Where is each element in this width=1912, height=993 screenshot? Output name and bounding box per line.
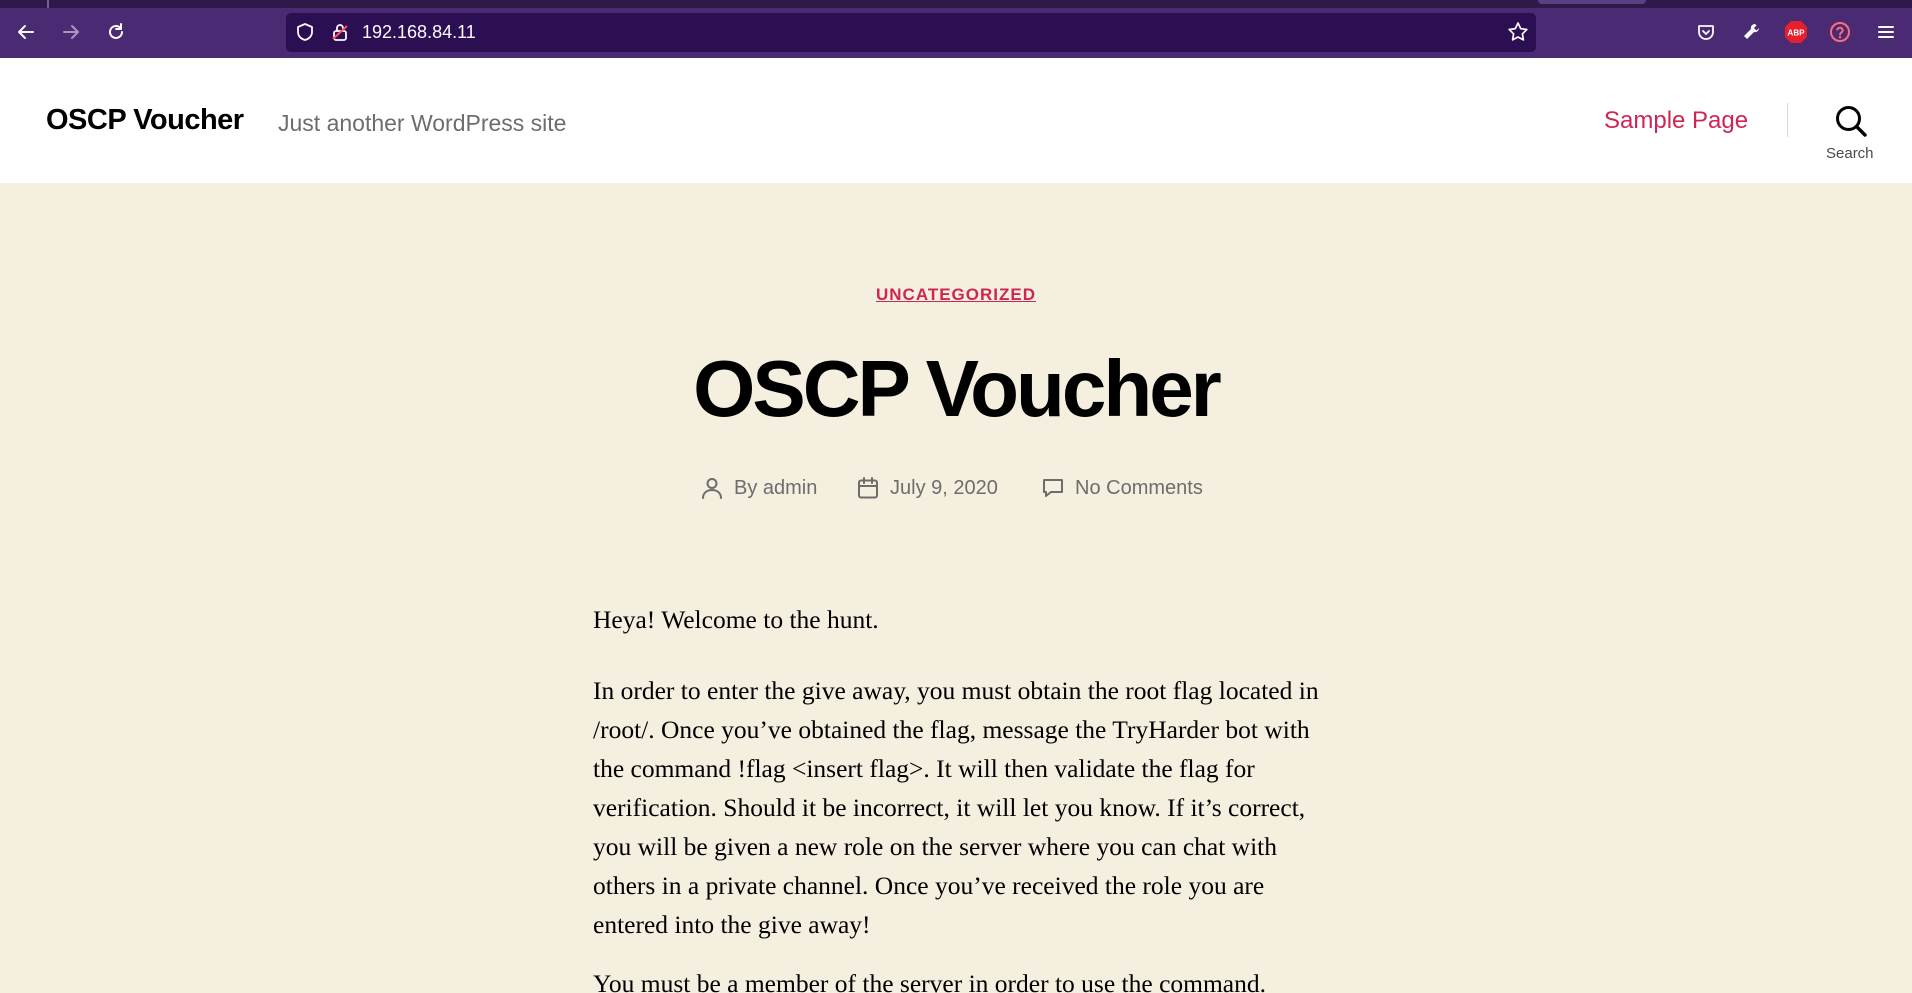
reload-button[interactable] xyxy=(101,17,131,47)
post-comments-link[interactable]: No Comments xyxy=(1075,477,1203,500)
category-link[interactable]: UNCATEGORIZED xyxy=(876,285,1036,304)
browser-toolbar: 192.168.84.11 ABP xyxy=(0,0,1912,58)
pocket-button[interactable] xyxy=(1693,19,1719,45)
lock-icon xyxy=(332,24,348,41)
abp-icon: ABP xyxy=(1785,21,1807,43)
post-paragraph: Heya! Welcome to the hunt. xyxy=(593,605,879,634)
post-content: Heya! Welcome to the hunt. In order to e… xyxy=(593,600,1323,993)
shield-icon xyxy=(297,23,313,41)
post-comments: No Comments xyxy=(1041,476,1203,500)
calendar-icon xyxy=(858,477,878,499)
adblock-plus-button[interactable]: ABP xyxy=(1783,19,1809,45)
bookmark-button[interactable] xyxy=(1505,19,1531,45)
wrench-icon xyxy=(1744,23,1760,39)
site-description: Just another WordPress site xyxy=(278,110,567,136)
post-author: By admin xyxy=(700,476,817,500)
post-author-link[interactable]: By admin xyxy=(734,477,817,500)
comment-icon xyxy=(1043,479,1063,497)
post-paragraph: You must be a member of the server in or… xyxy=(593,969,1266,993)
url-text[interactable]: 192.168.84.11 xyxy=(362,22,476,43)
search-icon xyxy=(1836,106,1867,137)
reload-icon xyxy=(109,23,123,39)
menu-icon xyxy=(1878,26,1894,38)
svg-text:ABP: ABP xyxy=(1788,29,1806,38)
post-date: July 9, 2020 xyxy=(856,476,998,500)
site-security-button[interactable] xyxy=(327,19,353,45)
post-date-link[interactable]: July 9, 2020 xyxy=(890,477,998,500)
pocket-icon xyxy=(1698,25,1714,40)
nav-sample-page-link[interactable]: Sample Page xyxy=(1604,107,1748,135)
star-icon xyxy=(1508,22,1528,41)
post-title: OSCP Voucher xyxy=(693,344,1222,433)
site-title[interactable]: OSCP Voucher xyxy=(46,104,244,137)
help-icon xyxy=(1830,22,1850,42)
tab-hint[interactable] xyxy=(1538,0,1646,4)
tab-separator xyxy=(47,0,49,8)
post-category: UNCATEGORIZED xyxy=(0,285,1912,305)
forward-arrow-icon xyxy=(63,25,79,39)
help-button[interactable] xyxy=(1827,19,1853,45)
search-label[interactable]: Search xyxy=(1826,145,1874,162)
nav-divider xyxy=(1787,103,1788,137)
tracking-protection-button[interactable] xyxy=(292,19,318,45)
app-menu-button[interactable] xyxy=(1873,19,1899,45)
user-icon xyxy=(702,478,722,499)
developer-tools-button[interactable] xyxy=(1738,19,1764,45)
back-button[interactable] xyxy=(11,17,41,47)
post-paragraph: In order to enter the give away, you mus… xyxy=(593,676,1319,939)
back-arrow-icon xyxy=(18,25,34,39)
forward-button[interactable] xyxy=(56,17,86,47)
